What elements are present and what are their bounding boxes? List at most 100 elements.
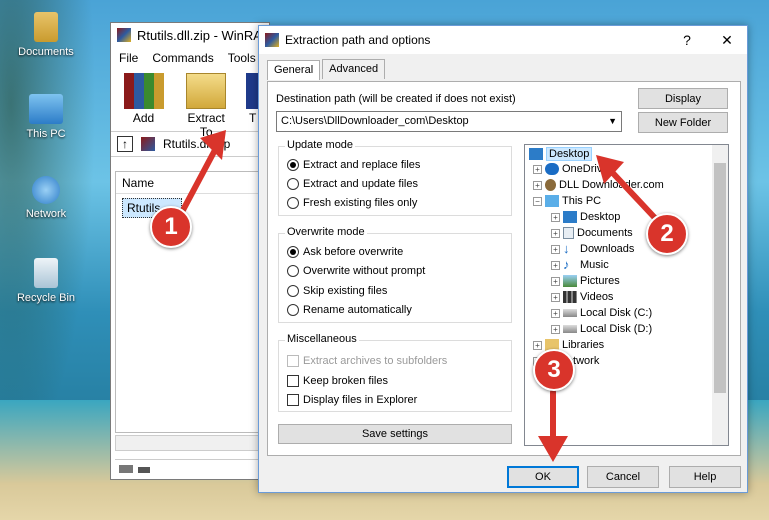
checkbox[interactable] — [287, 375, 299, 387]
radio-rename-automatically[interactable]: Rename automatically — [287, 304, 412, 316]
radio-button[interactable] — [287, 304, 299, 316]
menu-commands[interactable]: Commands — [152, 51, 213, 65]
save-settings-button[interactable]: Save settings — [278, 424, 512, 444]
horizontal-scrollbar[interactable] — [115, 435, 265, 451]
tree-item-this-pc[interactable]: − This PC — [533, 195, 601, 207]
expand-icon[interactable]: + — [533, 340, 542, 350]
column-header-name[interactable]: Name — [116, 172, 264, 194]
tree-item-desktop[interactable]: + Desktop — [551, 211, 620, 223]
expand-icon[interactable]: + — [551, 260, 560, 270]
extract-to-button[interactable]: Extract To — [180, 73, 232, 139]
drive-icon — [119, 465, 133, 473]
help-icon[interactable]: ? — [667, 32, 707, 48]
radio-overwrite-without-prompt[interactable]: Overwrite without prompt — [287, 265, 425, 277]
checkbox[interactable] — [287, 394, 299, 406]
radio-button-selected[interactable] — [287, 246, 299, 258]
destination-path-label: Destination path (will be created if doe… — [276, 93, 516, 105]
expand-icon[interactable]: + — [551, 308, 560, 318]
dialog-title: Extraction path and options — [285, 33, 431, 47]
tree-item-downloads[interactable]: + ↓ Downloads — [551, 242, 635, 255]
archive-path: Rtutils.dll.zip — [163, 137, 231, 151]
tree-item-libraries[interactable]: + Libraries — [533, 339, 604, 351]
update-mode-title: Update mode — [285, 139, 356, 151]
extract-to-label: Extract To — [187, 111, 225, 139]
dialog-title-bar[interactable]: Extraction path and options ? ✕ — [259, 26, 747, 54]
ok-button[interactable]: OK — [507, 466, 579, 488]
radio-button-selected[interactable] — [287, 159, 299, 171]
desktop-icon-label: This PC — [26, 128, 66, 140]
annotation-badge-2: 2 — [646, 213, 688, 255]
new-folder-button[interactable]: New Folder — [638, 112, 728, 133]
winrar-logo-icon — [265, 33, 279, 47]
desktop-icon-this-pc[interactable]: This PC — [6, 94, 86, 140]
expand-icon[interactable]: + — [533, 180, 542, 190]
key-icon — [138, 467, 151, 473]
recycle-bin-icon — [34, 258, 58, 288]
radio-label: Extract and update files — [303, 178, 418, 190]
film-icon — [563, 291, 577, 303]
radio-button[interactable] — [287, 197, 299, 209]
expand-icon[interactable]: + — [551, 292, 560, 302]
tree-item-documents[interactable]: + Documents — [551, 227, 633, 239]
scrollbar-thumb[interactable] — [714, 163, 726, 393]
tree-item-local-disk-c[interactable]: + Local Disk (C:) — [551, 307, 652, 319]
winrar-logo-icon — [117, 28, 131, 42]
tree-item-pictures[interactable]: + Pictures — [551, 275, 620, 287]
checkbox-display-in-explorer[interactable]: Display files in Explorer — [287, 394, 417, 406]
tree-vertical-scrollbar[interactable] — [712, 145, 728, 445]
expand-icon[interactable]: + — [551, 244, 560, 254]
checkbox-keep-broken-files[interactable]: Keep broken files — [287, 375, 388, 387]
tree-label: Downloads — [580, 243, 635, 255]
add-button[interactable]: Add — [121, 73, 166, 127]
computer-icon — [29, 94, 63, 124]
radio-skip-existing[interactable]: Skip existing files — [287, 285, 387, 297]
expand-icon[interactable]: + — [551, 276, 560, 286]
cancel-button[interactable]: Cancel — [587, 466, 659, 488]
tree-item-videos[interactable]: + Videos — [551, 291, 613, 303]
folder-icon — [34, 12, 58, 42]
tree-item-music[interactable]: + ♪ Music — [551, 258, 609, 271]
destination-path-value: C:\Users\DllDownloader_com\Desktop — [281, 115, 469, 127]
tree-item-local-disk-d[interactable]: + Local Disk (D:) — [551, 323, 652, 335]
chevron-down-icon[interactable]: ▼ — [608, 116, 617, 126]
collapse-icon[interactable]: − — [533, 196, 542, 206]
radio-button[interactable] — [287, 265, 299, 277]
radio-extract-update[interactable]: Extract and update files — [287, 178, 418, 190]
user-icon — [545, 179, 556, 191]
tree-item-desktop-root[interactable]: Desktop — [529, 147, 593, 161]
picture-icon — [563, 275, 577, 287]
radio-button[interactable] — [287, 178, 299, 190]
tree-item-onedrive[interactable]: + OneDrive — [533, 163, 608, 175]
expand-icon[interactable]: + — [533, 164, 542, 174]
desktop-icon-recycle-bin[interactable]: Recycle Bin — [6, 258, 86, 304]
extract-folder-icon — [186, 73, 227, 109]
tab-advanced[interactable]: Advanced — [322, 59, 386, 79]
display-button[interactable]: Display — [638, 88, 728, 109]
tab-general[interactable]: General — [267, 60, 321, 80]
menu-tools[interactable]: Tools — [228, 51, 256, 65]
tree-item-dll-downloader[interactable]: + DLL Downloader.com — [533, 179, 664, 191]
expand-icon[interactable]: + — [551, 324, 560, 334]
overwrite-mode-group: Overwrite mode Ask before overwrite Over… — [278, 226, 512, 323]
desktop-icon-network[interactable]: Network — [6, 176, 86, 220]
menu-file[interactable]: File — [119, 51, 138, 65]
radio-label: Rename automatically — [303, 304, 412, 316]
desktop-icon-documents[interactable]: Documents — [6, 12, 86, 58]
desktop-icon — [529, 148, 543, 160]
radio-ask-before-overwrite[interactable]: Ask before overwrite — [287, 246, 403, 258]
expand-icon[interactable]: + — [551, 212, 560, 222]
add-label: Add — [132, 111, 155, 125]
checkbox-extract-to-subfolders[interactable]: Extract archives to subfolders — [287, 355, 447, 367]
desktop-icon-label: Recycle Bin — [16, 292, 76, 304]
destination-path-combo[interactable]: C:\Users\DllDownloader_com\Desktop ▼ — [276, 111, 622, 132]
help-button[interactable]: Help — [669, 466, 741, 488]
expand-icon[interactable]: + — [551, 228, 560, 238]
radio-button[interactable] — [287, 285, 299, 297]
winrar-title-bar[interactable]: Rtutils.dll.zip - WinRA — [111, 23, 269, 47]
tree-label: DLL Downloader.com — [559, 179, 664, 191]
winrar-window: Rtutils.dll.zip - WinRA File Commands To… — [110, 22, 270, 480]
up-folder-icon[interactable]: ↑ — [117, 136, 133, 152]
radio-extract-replace[interactable]: Extract and replace files — [287, 159, 420, 171]
radio-fresh-existing[interactable]: Fresh existing files only — [287, 197, 417, 209]
close-icon[interactable]: ✕ — [707, 32, 747, 49]
